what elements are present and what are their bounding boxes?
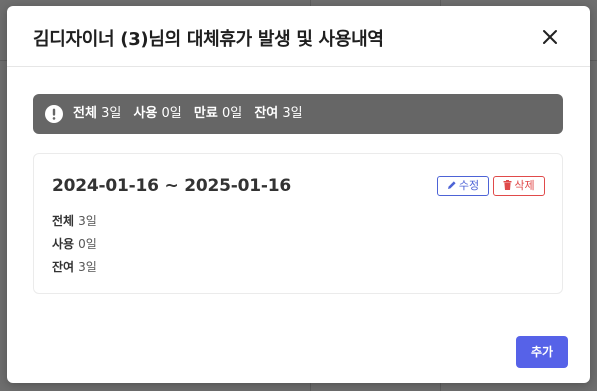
record-used-value: 0일: [78, 237, 97, 251]
leave-history-modal: 김디자이너 (3)님의 대체휴가 발생 및 사용내역 전체 3일 사용 0일 만…: [7, 6, 590, 383]
delete-button-label: 삭제: [514, 179, 535, 192]
summary-remaining-value: 3일: [282, 106, 303, 121]
summary-remaining-label: 잔여: [254, 106, 279, 121]
leave-record-card: 2024-01-16 ~ 2025-01-16 수정 삭제 전체 3일 사용 0일 …: [33, 153, 563, 294]
record-total-value: 3일: [78, 214, 97, 228]
modal-title: 김디자이너 (3)님의 대체휴가 발생 및 사용내역: [33, 29, 384, 50]
record-used: 사용 0일: [52, 235, 97, 252]
summary-used-label: 사용: [133, 106, 158, 121]
summary-used-value: 0일: [161, 106, 182, 121]
summary-bar: 전체 3일 사용 0일 만료 0일 잔여 3일: [33, 94, 563, 134]
summary-text: 전체 3일 사용 0일 만료 0일 잔여 3일: [73, 106, 303, 122]
trash-icon: [503, 180, 512, 190]
delete-button[interactable]: 삭제: [493, 176, 545, 196]
add-button[interactable]: 추가: [516, 336, 568, 368]
pencil-icon: [447, 181, 456, 189]
close-button[interactable]: [539, 26, 561, 48]
record-total: 전체 3일: [52, 212, 97, 229]
record-used-label: 사용: [52, 237, 75, 251]
edit-button[interactable]: 수정: [437, 176, 489, 196]
record-total-label: 전체: [52, 214, 75, 228]
summary-expired-value: 0일: [221, 106, 243, 121]
edit-button-label: 수정: [458, 179, 480, 192]
record-remaining: 잔여 3일: [52, 258, 97, 275]
summary-total-label: 전체: [73, 106, 97, 121]
summary-total-value: 3일: [101, 106, 122, 121]
record-remaining-label: 잔여: [52, 260, 75, 274]
record-remaining-value: 3일: [78, 260, 97, 274]
close-icon: [543, 30, 557, 44]
leave-period: 2024-01-16 ~ 2025-01-16: [52, 176, 291, 196]
modal-header: 김디자이너 (3)님의 대체휴가 발생 및 사용내역: [7, 6, 590, 67]
summary-expired-label: 만료: [193, 106, 218, 121]
exclamation-circle-icon: [45, 105, 63, 123]
